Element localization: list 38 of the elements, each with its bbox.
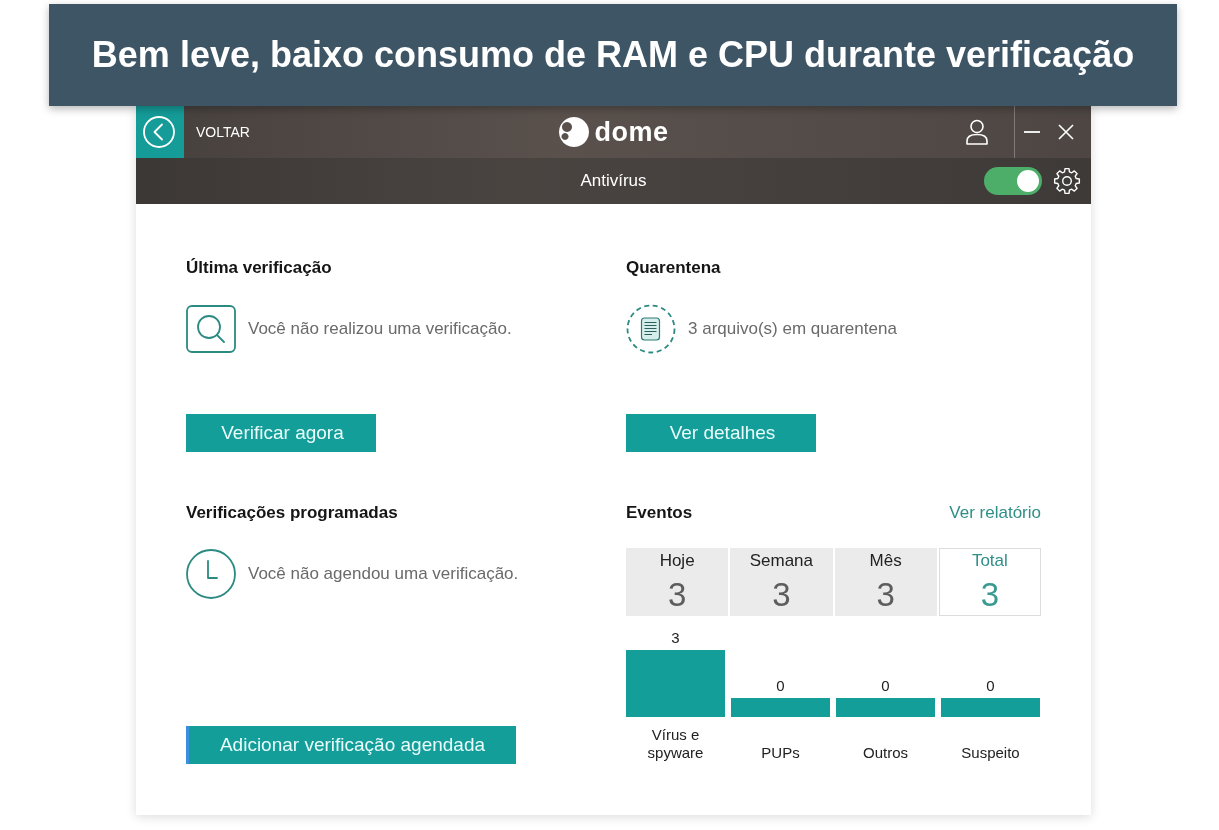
section-heading: Eventos <box>626 502 693 524</box>
back-icon <box>136 106 184 158</box>
period-tab[interactable]: Semana 3 <box>730 548 833 616</box>
add-scheduled-scan-button[interactable]: Adicionar verificação agendada <box>186 726 516 764</box>
bar-category-label: Suspeito <box>960 744 1021 762</box>
period-tab[interactable]: Total 3 <box>938 548 1041 616</box>
logo-text: dome <box>594 116 669 148</box>
search-icon <box>186 305 236 353</box>
status-message: Você não realizou uma verificação. <box>248 319 512 339</box>
bar-value-label: 0 <box>986 677 995 694</box>
toggle-switch[interactable] <box>984 167 1042 195</box>
status-message: Você não agendou uma verificação. <box>248 564 519 584</box>
banner-title: Bem leve, baixo consumo de RAM e CPU durante verificação <box>91 34 1135 76</box>
section-heading: Quarentena <box>626 257 721 279</box>
bar-value-label: 0 <box>776 677 785 694</box>
logo-icon <box>558 116 591 148</box>
minimize-icon <box>1024 131 1040 133</box>
settings-button[interactable] <box>1053 167 1081 195</box>
back-button[interactable]: VOLTAR <box>136 106 254 158</box>
bar-category-label: Outros <box>862 744 909 762</box>
section-heading: Última verificação <box>186 257 332 279</box>
user-icon <box>966 119 988 145</box>
document-icon <box>626 304 676 354</box>
period-tab[interactable]: Hoje 3 <box>626 548 729 616</box>
status-message: 3 arquivo(s) em quarentena <box>688 319 897 339</box>
report-link[interactable]: Ver relatório <box>949 503 1041 523</box>
bar-category-label: Vírus e spyware <box>646 726 705 762</box>
section-heading: Verificações programadas <box>186 502 398 524</box>
close-icon <box>1058 124 1074 140</box>
clock-icon <box>186 549 236 599</box>
view-details-button[interactable]: Ver detalhes <box>626 414 816 452</box>
period-tab[interactable]: Mês 3 <box>834 548 937 616</box>
bar-value-label: 3 <box>671 629 680 646</box>
bar-value-label: 0 <box>881 677 890 694</box>
scan-now-button[interactable]: Verificar agora <box>186 414 376 452</box>
bar-category-label: PUPs <box>760 744 801 762</box>
settings-icon <box>1053 167 1081 195</box>
section-title: Antivírus <box>580 171 647 191</box>
